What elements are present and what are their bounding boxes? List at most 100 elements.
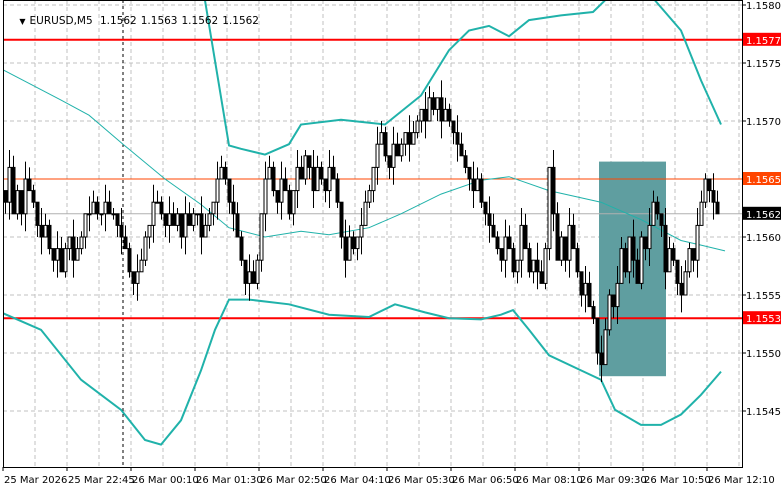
candle-body-bear [499, 248, 504, 261]
candle-body-bear [383, 132, 388, 157]
candle-body-bull [75, 248, 80, 261]
candle-body-bear [287, 190, 292, 215]
candle [431, 92, 436, 116]
candle [171, 202, 176, 226]
candle-body-bear [407, 132, 412, 145]
candle [23, 161, 28, 232]
candle-body-bear [507, 236, 512, 250]
price-chart[interactable]: 1.1580 1.1575 1.1570 1.1560 1.1555 1.1550 1.15… [0, 0, 781, 489]
candle-body-bull [619, 248, 624, 284]
candle-body-bull [651, 201, 656, 226]
x-axis-tick-label: 26 Mar 09:30 [580, 475, 647, 486]
candle-body-bull [363, 201, 368, 226]
candle [151, 184, 156, 243]
candle [219, 155, 224, 180]
candle [299, 155, 304, 180]
candle-body-bear [715, 201, 720, 215]
candle-body-bear [659, 213, 664, 226]
candle-body-bull [207, 213, 212, 226]
chart-header: ▼ EURUSD,M5 1.1562 1.1563 1.1562 1.1562 [6, 3, 263, 39]
candle [527, 242, 532, 278]
price-tag-label: 1.1562 [746, 210, 781, 221]
candle [551, 150, 556, 232]
candle-body-bear [275, 190, 280, 203]
candle [167, 196, 172, 243]
candle-body-bull [475, 178, 480, 192]
candle [199, 196, 204, 255]
candle [291, 190, 296, 226]
candle [7, 150, 12, 220]
candle [71, 219, 76, 278]
candle-body-bear [299, 166, 304, 180]
triangle-down-icon[interactable]: ▼ [19, 17, 25, 26]
candle-body-bull [419, 108, 424, 122]
x-axis-tick-label: 25 Mar 22:45 [68, 475, 135, 486]
candle-body-bull [139, 259, 144, 273]
candle-body-bear [163, 213, 168, 226]
candle [207, 208, 212, 232]
x-axis-tick-label: 26 Mar 00:10 [132, 475, 199, 486]
candle-body-bear [251, 271, 256, 284]
candle-body-bull [7, 166, 12, 203]
candle-body-bull [647, 224, 652, 250]
candle-body-bear [187, 213, 192, 226]
candle [271, 161, 276, 197]
candle [519, 208, 524, 278]
candle-body-bull [639, 236, 644, 284]
candle-body-bull [435, 97, 440, 110]
x-axis-tick-label: 26 Mar 04:10 [324, 475, 391, 486]
candle [695, 208, 700, 278]
candle-body-bull [347, 236, 352, 261]
candle-body-bull [203, 224, 208, 238]
candle [675, 259, 680, 295]
candle [711, 173, 716, 220]
candle-body-bear [643, 236, 648, 250]
candle-body-bear [555, 213, 560, 261]
candle [307, 155, 312, 179]
price-tag-label: 1.1565 [746, 175, 781, 186]
candle [515, 259, 520, 284]
candle [503, 219, 508, 278]
candle [183, 196, 188, 255]
candle-body-bull [375, 143, 380, 168]
candle [487, 196, 492, 243]
candle [395, 132, 400, 157]
candle-body-bull [295, 166, 300, 192]
candle [319, 161, 324, 185]
x-axis-tick-label: 26 Mar 02:50 [260, 475, 327, 486]
candle [83, 213, 88, 249]
candle [543, 242, 548, 290]
candle [419, 108, 424, 133]
candle-body-bull [99, 213, 104, 216]
candle-body-bear [223, 166, 228, 180]
plot-area[interactable] [1, 0, 742, 467]
y-axis-tick-label: 1.1550 [746, 349, 781, 360]
candle [263, 161, 268, 232]
candle [639, 231, 644, 290]
chart-window[interactable]: 1.1580 1.1575 1.1570 1.1560 1.1555 1.1550 1.15… [0, 0, 781, 489]
candle [411, 121, 416, 145]
candle [691, 248, 696, 272]
candle-body-bull [135, 271, 140, 284]
candle-body-bull [15, 190, 20, 215]
candle-body-bear [131, 271, 136, 284]
highlight-rectangle[interactable] [599, 161, 666, 377]
candle [179, 213, 184, 249]
candle-body-bear [335, 178, 340, 203]
low-value: 1.1562 [181, 15, 219, 27]
candle [367, 184, 372, 208]
candle [387, 155, 392, 179]
candle [591, 300, 596, 324]
candle-body-bear [595, 317, 600, 354]
candle [539, 260, 544, 284]
candle [667, 237, 672, 273]
candle-body-bear [119, 224, 124, 238]
candle-body-bull [355, 236, 360, 250]
candle [87, 196, 92, 232]
candle [571, 213, 576, 250]
candle-body-bear [711, 190, 716, 203]
candle [15, 184, 20, 220]
price-tag-label: 1.1553 [746, 314, 781, 325]
candle-body-bull [67, 236, 72, 250]
candle [535, 242, 540, 290]
